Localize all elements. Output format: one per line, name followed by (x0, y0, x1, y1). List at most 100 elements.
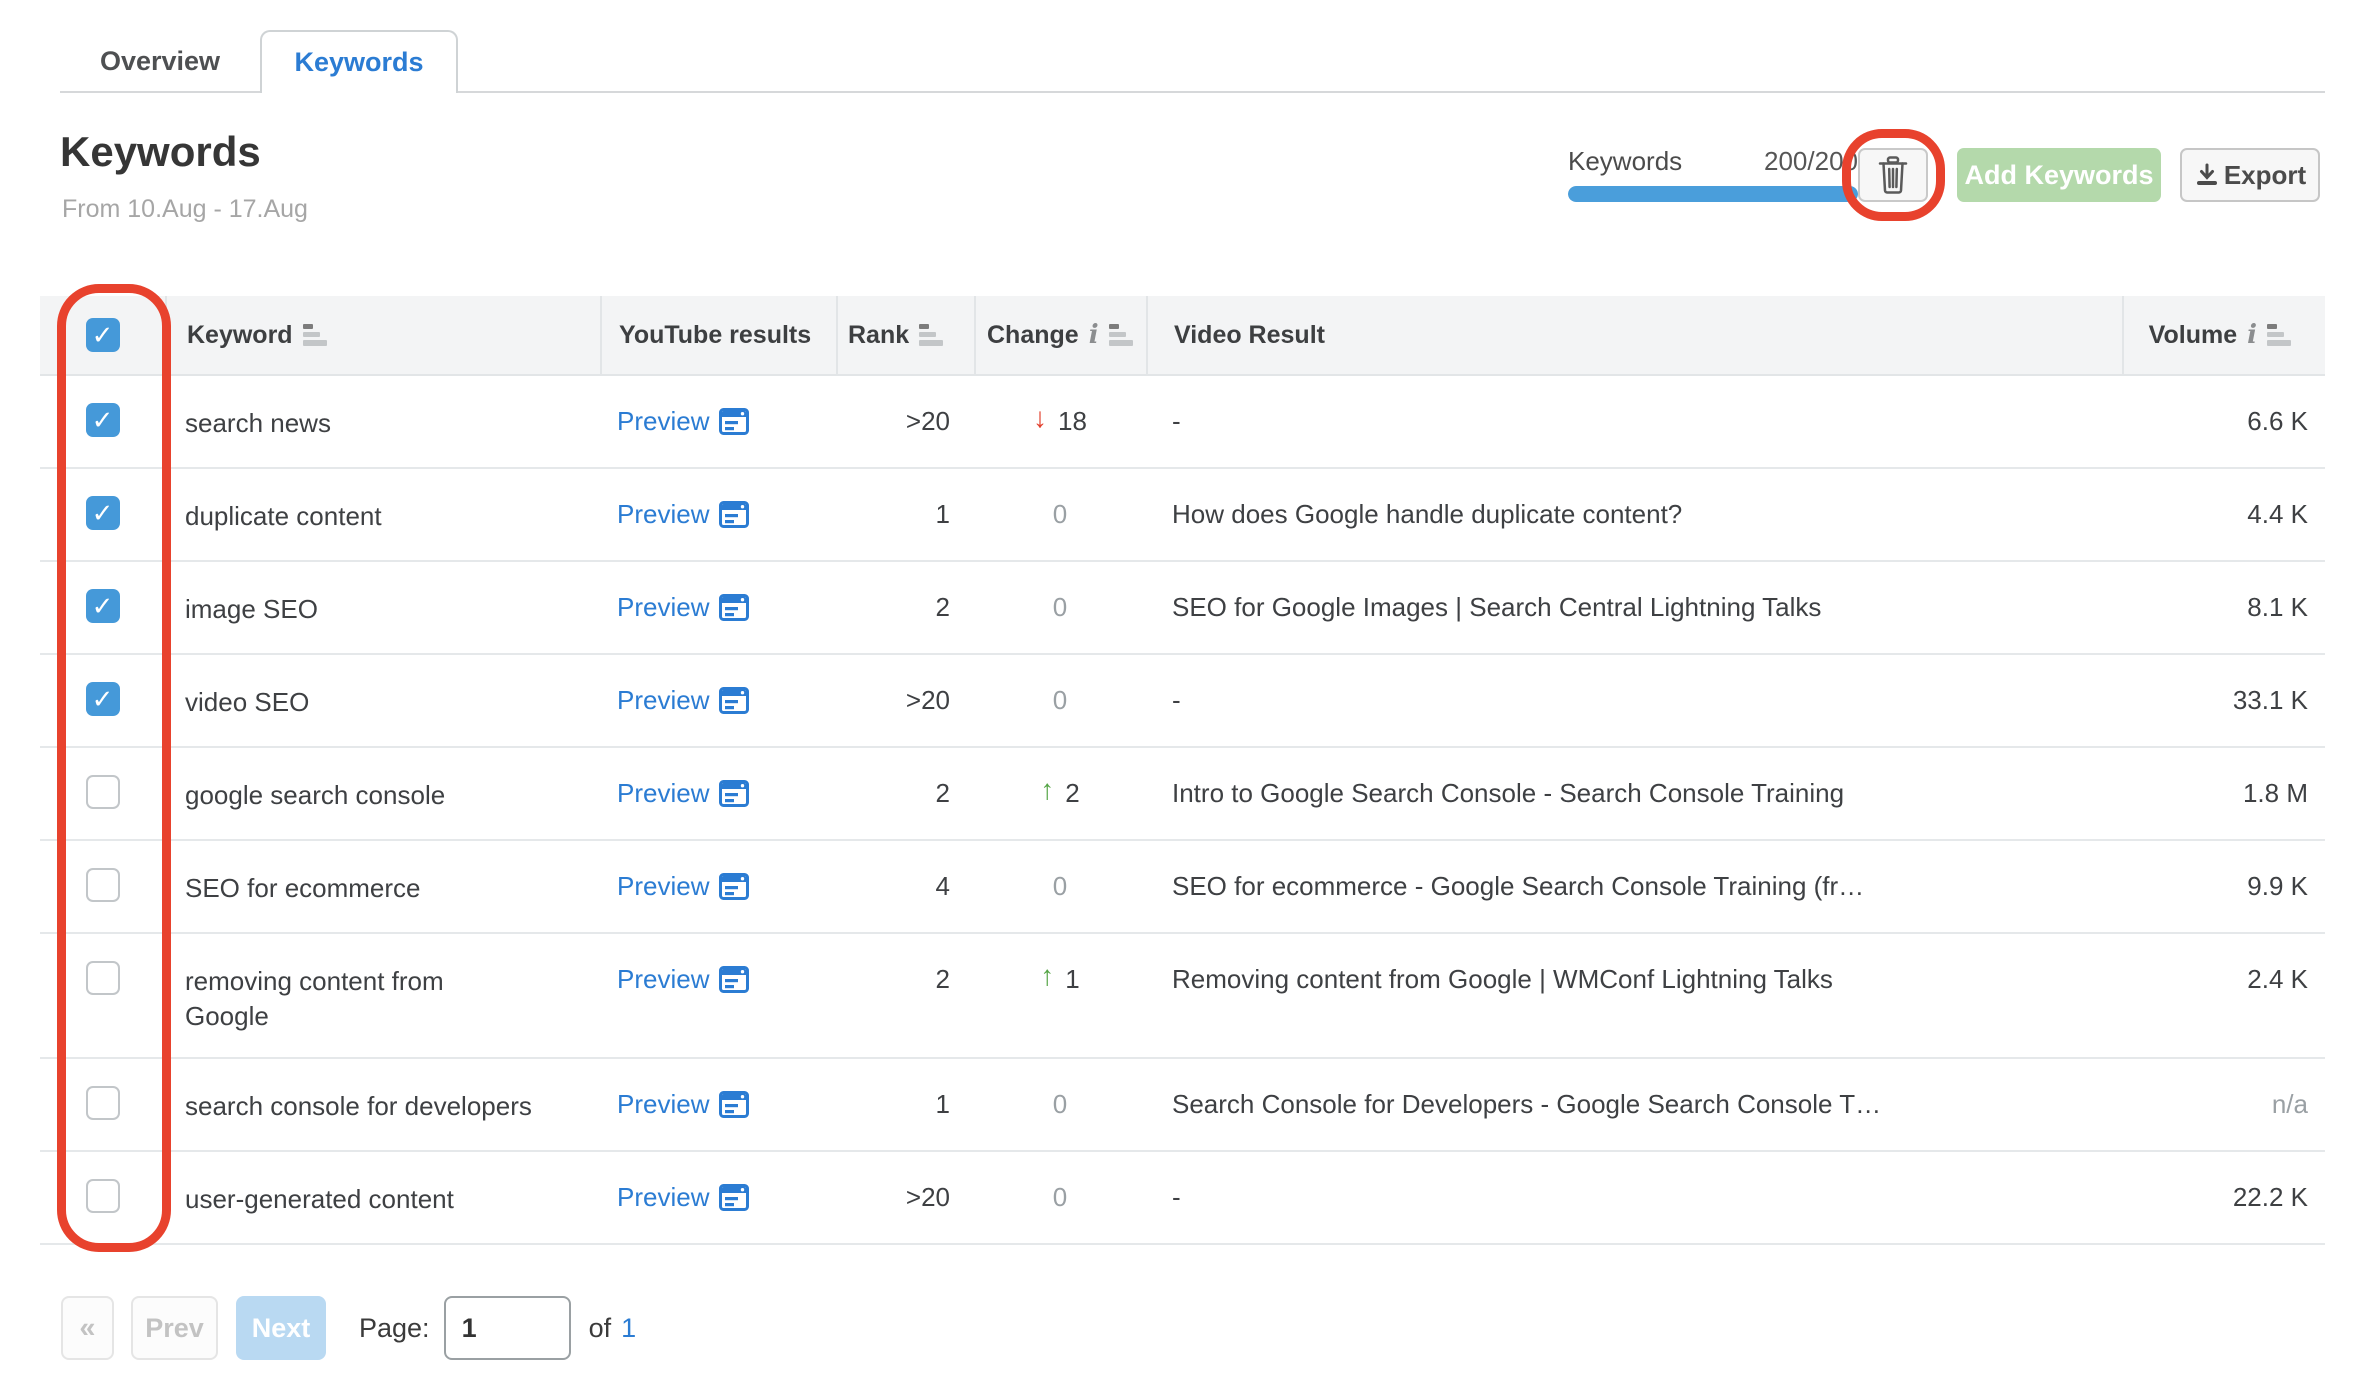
table-body: ✓ search news Preview >20 ↓ 18 - 6.6 K ✓… (40, 376, 2325, 1245)
keyword-cell: duplicate content (185, 501, 382, 531)
rank-cell: 1 (935, 1089, 950, 1119)
change-value: 0 (1052, 1089, 1068, 1119)
keyword-cell: user-generated content (185, 1184, 454, 1214)
next-page-button[interactable]: Next (236, 1296, 326, 1360)
trash-icon (1878, 156, 1908, 194)
preview-label: Preview (617, 592, 710, 622)
sort-icon[interactable] (302, 324, 327, 346)
change-cell: ↑ 2 (974, 748, 1146, 809)
change-cell: 0 (974, 1059, 1146, 1120)
tab-keywords[interactable]: Keywords (260, 30, 458, 93)
row-checkbox[interactable]: ✓ (85, 496, 120, 530)
delete-keywords-button[interactable] (1858, 148, 1928, 202)
keyword-cell: google search console (185, 780, 446, 810)
info-icon[interactable]: i (1089, 322, 1099, 348)
tab-bar: Overview Keywords (60, 30, 2325, 93)
sort-icon[interactable] (1108, 324, 1133, 346)
change-value: 0 (1052, 685, 1068, 715)
page-label: Page: (359, 1312, 430, 1343)
export-button[interactable]: Export (2180, 148, 2320, 202)
browser-window-icon (719, 687, 750, 714)
video-result-cell: - (1172, 406, 1181, 436)
keywords-progress-bar (1568, 186, 1858, 202)
volume-cell: 22.2 K (2232, 1182, 2308, 1212)
table-row: ✓ image SEO Preview 2 0 SEO for Google I… (40, 562, 2325, 655)
prev-page-button[interactable]: Prev (131, 1296, 218, 1360)
change-cell: 0 (974, 562, 1146, 623)
row-checkbox[interactable] (85, 868, 120, 902)
row-checkbox[interactable] (85, 961, 120, 995)
change-cell: 0 (974, 841, 1146, 902)
sort-icon[interactable] (2267, 324, 2291, 346)
keywords-counter: Keywords 200/200 (1568, 146, 1858, 177)
browser-window-icon (719, 594, 750, 621)
checkmark-icon: ✓ (91, 684, 114, 714)
table-row: google search console Preview 2 ↑ 2 Intr… (40, 748, 2325, 841)
preview-label: Preview (617, 1089, 710, 1119)
browser-window-icon (719, 408, 750, 435)
keyword-cell: image SEO (185, 594, 318, 624)
preview-link[interactable]: Preview (617, 778, 750, 809)
row-checkbox[interactable] (85, 1179, 120, 1213)
download-icon (2196, 163, 2217, 185)
volume-cell: 4.4 K (2247, 499, 2308, 529)
browser-window-icon (719, 780, 750, 807)
change-value: 0 (1052, 871, 1068, 901)
page-title: Keywords (60, 128, 261, 175)
preview-link[interactable]: Preview (617, 406, 750, 437)
column-header-keyword: Keyword (165, 296, 600, 374)
video-result-cell: - (1172, 685, 1181, 715)
export-label: Export (2223, 159, 2307, 190)
change-value: 1 (1065, 964, 1080, 994)
add-keywords-button[interactable]: Add Keywords (1957, 148, 2161, 202)
table-row: ✓ video SEO Preview >20 0 - 33.1 K (40, 655, 2325, 748)
column-header-change: Change i (974, 296, 1146, 374)
video-result-cell: SEO for Google Images | Search Central L… (1172, 592, 1822, 622)
volume-cell: 9.9 K (2247, 871, 2308, 901)
row-checkbox[interactable]: ✓ (85, 682, 120, 716)
column-header-youtube-results: YouTube results (600, 296, 836, 374)
preview-link[interactable]: Preview (617, 1182, 750, 1213)
volume-cell: n/a (2271, 1089, 2308, 1119)
change-cell: ↑ 1 (974, 934, 1146, 995)
row-checkbox[interactable] (85, 1086, 120, 1120)
table-header-row: ✓ Keyword YouTube results Rank Change i … (40, 296, 2325, 376)
checkmark-icon: ✓ (91, 320, 114, 350)
change-cell: 0 (974, 469, 1146, 530)
keywords-table: ✓ Keyword YouTube results Rank Change i … (40, 296, 2325, 1245)
preview-label: Preview (617, 778, 710, 808)
change-cell: ↓ 18 (974, 376, 1146, 437)
preview-link[interactable]: Preview (617, 499, 750, 530)
table-row: search console for developers Preview 1 … (40, 1059, 2325, 1152)
keyword-cell: removing content from Google (185, 966, 444, 1032)
browser-window-icon (719, 1184, 750, 1211)
browser-window-icon (719, 966, 750, 993)
page-number-input[interactable] (443, 1296, 571, 1360)
rank-cell: 2 (935, 778, 950, 808)
row-checkbox[interactable]: ✓ (85, 403, 120, 437)
rank-cell: 2 (935, 592, 950, 622)
browser-window-icon (719, 873, 750, 900)
preview-link[interactable]: Preview (617, 1089, 750, 1120)
info-icon[interactable]: i (2247, 322, 2257, 348)
volume-cell: 8.1 K (2247, 592, 2308, 622)
preview-label: Preview (617, 871, 710, 901)
table-row: ✓ duplicate content Preview 1 0 How does… (40, 469, 2325, 562)
tab-overview[interactable]: Overview (60, 30, 260, 93)
select-all-checkbox[interactable]: ✓ (85, 318, 120, 352)
sort-icon[interactable] (919, 324, 944, 346)
keywords-counter-value: 200/200 (1764, 146, 1858, 176)
preview-link[interactable]: Preview (617, 592, 750, 623)
keywords-counter-label: Keywords (1568, 146, 1683, 176)
video-result-cell: How does Google handle duplicate content… (1172, 499, 1683, 529)
preview-link[interactable]: Preview (617, 685, 750, 716)
preview-link[interactable]: Preview (617, 871, 750, 902)
video-result-cell: - (1172, 1182, 1181, 1212)
keyword-cell: search news (185, 408, 331, 438)
row-checkbox[interactable]: ✓ (85, 589, 120, 623)
row-checkbox[interactable] (85, 775, 120, 809)
preview-link[interactable]: Preview (617, 964, 750, 995)
table-row: removing content from Google Preview 2 ↑… (40, 934, 2325, 1059)
first-page-button[interactable]: « (61, 1296, 114, 1360)
volume-cell: 1.8 M (2242, 778, 2308, 808)
